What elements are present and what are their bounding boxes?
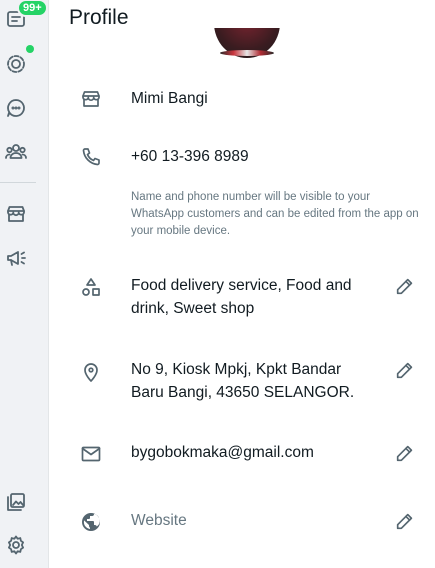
website-placeholder[interactable]: Website — [131, 509, 371, 532]
communities-button[interactable] — [0, 136, 32, 168]
settings-icon — [8, 535, 24, 555]
channels-icon — [7, 99, 25, 117]
media-icon — [7, 493, 25, 511]
profile-photo[interactable] — [214, 28, 280, 58]
pencil-icon — [396, 513, 413, 530]
globe-icon — [79, 510, 103, 534]
advertise-button[interactable] — [0, 242, 32, 274]
media-button[interactable] — [0, 486, 32, 518]
channels-button[interactable] — [0, 92, 32, 124]
mail-icon — [79, 442, 103, 466]
location-pin-icon — [79, 360, 103, 384]
phone-icon — [79, 145, 103, 169]
status-icon — [7, 55, 25, 73]
advertise-icon — [7, 251, 26, 266]
unread-badge: 99+ — [17, 0, 48, 17]
edit-website-button[interactable] — [394, 510, 418, 534]
pencil-icon — [396, 278, 413, 295]
profile-panel: Profile Mimi Bangi +60 13-396 8989 Name … — [49, 0, 435, 568]
settings-button[interactable] — [0, 529, 32, 561]
catalog-icon — [7, 206, 25, 222]
visibility-hint: Name and phone number will be visible to… — [131, 191, 419, 237]
category-shapes-icon — [79, 276, 103, 300]
status-button[interactable] — [0, 48, 32, 80]
edit-email-button[interactable] — [394, 442, 418, 466]
rail-divider — [0, 182, 36, 183]
business-email: bygobokmaka@gmail.com — [131, 444, 314, 461]
edit-category-button[interactable] — [394, 275, 418, 299]
business-name: Mimi Bangi — [131, 90, 208, 107]
catalog-button[interactable] — [0, 198, 32, 230]
page-title: Profile — [69, 6, 129, 29]
pencil-icon — [396, 445, 413, 462]
status-new-dot — [26, 45, 34, 53]
chats-button[interactable]: 99+ — [0, 0, 48, 35]
business-category: Food delivery service, Food and drink, S… — [131, 277, 352, 317]
communities-icon — [5, 144, 27, 159]
store-icon — [79, 87, 103, 111]
business-address: No 9, Kiosk Mpkj, Kpkt Bandar Baru Bangi… — [131, 361, 355, 401]
pencil-icon — [396, 362, 413, 379]
edit-address-button[interactable] — [394, 359, 418, 383]
navigation-rail: 99+ — [0, 0, 49, 568]
phone-number: +60 13-396 8989 — [131, 148, 249, 165]
